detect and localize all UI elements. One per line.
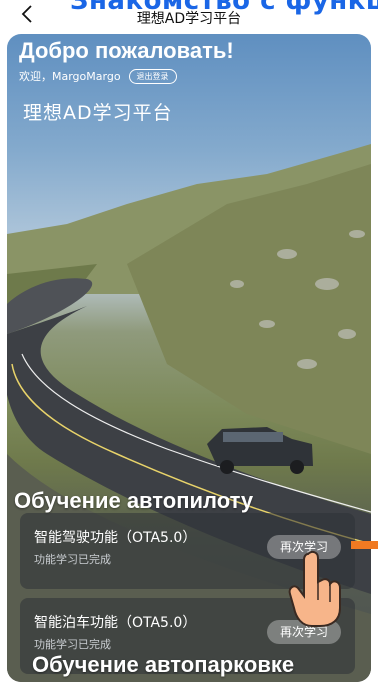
user-row: 欢迎，MargoMargo 退出登录 [19,68,177,84]
card-title: 智能泊车功能（OTA5.0） [34,615,197,631]
caption-autoparking: Обучение автопарковке [32,652,295,677]
card-status: 功能学习已完成 [34,553,111,566]
welcome-heading: Добро пожаловать! [19,38,234,63]
app-page: 理想AD学习平台 Знакомство с функцией [0,0,378,682]
card-status: 功能学习已完成 [34,638,111,651]
tap-hand-icon [288,550,341,627]
user-greeting: 欢迎，MargoMargo [19,70,121,83]
top-overlay-caption: Знакомство с функцией [70,0,378,16]
car-image [207,427,313,474]
brand-title: 理想AD学习平台 [23,102,173,124]
logout-button[interactable]: 退出登录 [128,68,177,84]
card-title: 智能驾驶功能（OTA5.0） [34,530,197,546]
caption-autopilot: Обучение автопилоту [14,488,254,513]
pointer-arrow-icon [351,541,378,549]
